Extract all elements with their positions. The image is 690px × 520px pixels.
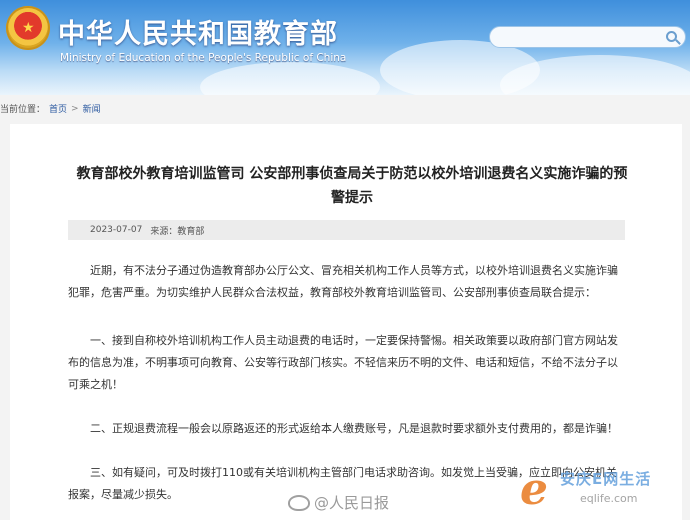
people-daily-watermark-text: @人民日报 <box>314 494 390 512</box>
site-watermark-url: eqlife.com <box>580 492 638 505</box>
article-date: 2023-07-07 <box>90 225 143 235</box>
national-emblem-icon[interactable]: ★ <box>6 6 50 50</box>
site-header: ★ 中华人民共和国教育部 Ministry of Education of th… <box>0 0 690 95</box>
article-meta: 2023-07-07 来源：教育部 <box>68 220 625 240</box>
breadcrumb-separator: > <box>71 103 79 114</box>
article-paragraph: 近期，有不法分子通过伪造教育部办公厅公文、冒充相关机构工作人员等方式，以校外培训… <box>68 264 618 299</box>
article-source: 来源：教育部 <box>150 226 205 237</box>
article-title: 教育部校外教育培训监管司 公安部刑事侦查局关于防范以校外培训退费名义实施诈骗的预… <box>76 166 628 206</box>
breadcrumb-news-link[interactable]: 新闻 <box>83 102 101 115</box>
site-watermark-name: 安庆E网生活 <box>560 470 652 488</box>
site-subtitle: Ministry of Education of the People's Re… <box>60 52 347 64</box>
weibo-icon <box>288 494 310 511</box>
breadcrumb-home-link[interactable]: 首页 <box>49 102 67 115</box>
search-input[interactable] <box>489 26 686 48</box>
breadcrumb: 当前位置： 首页 > 新闻 <box>0 102 101 116</box>
search-icon[interactable] <box>666 31 677 42</box>
e-logo-icon: e <box>520 464 548 515</box>
header-cloud <box>200 62 380 95</box>
site-title[interactable]: 中华人民共和国教育部 <box>58 12 338 51</box>
site-watermark: e 安庆E网生活 eqlife.com <box>520 462 690 520</box>
article-card: 教育部校外教育培训监管司 公安部刑事侦查局关于防范以校外培训退费名义实施诈骗的预… <box>10 124 682 520</box>
breadcrumb-prefix: 当前位置： <box>0 105 46 115</box>
people-daily-watermark: @人民日报 <box>288 492 389 513</box>
article-paragraph: 二、正规退费流程一般会以原路返还的形式返给本人缴费账号，凡是退款时要求额外支付费… <box>90 422 618 435</box>
article-paragraph: 一、接到自称校外培训机构工作人员主动退费的电话时，一定要保持警惕。相关政策要以政… <box>68 334 618 391</box>
